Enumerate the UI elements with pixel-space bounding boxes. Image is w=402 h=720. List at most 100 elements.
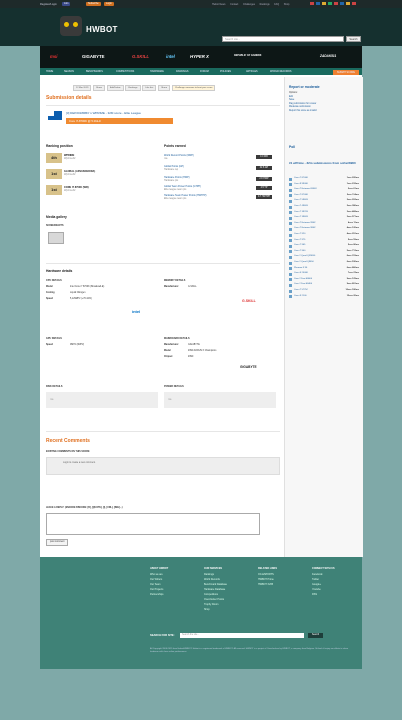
footer-link[interactable]: Rankings — [204, 573, 227, 576]
register-login-link[interactable]: Register/Login — [40, 3, 57, 6]
poll-row[interactable]: Core i7 8700K 2sec 114ms — [289, 194, 359, 198]
poll-row[interactable]: Core i7 4960X 2sec 380ms — [289, 205, 359, 209]
poll-row-name[interactable]: Core 2 Duo E8600 — [294, 278, 312, 280]
poll-row-name[interactable]: Core 2 Duo E8400 — [294, 283, 312, 285]
points-name[interactable]: World Record Points (WRP) — [164, 154, 194, 157]
top-link[interactable]: Hwbot News — [212, 3, 225, 6]
poll-row-name[interactable]: Core i7 5960X — [294, 199, 308, 201]
poll-row[interactable]: Core 2 Duo E8400 9sec 801ms — [289, 283, 359, 287]
flag-icon[interactable] — [340, 2, 344, 5]
poll-row-name[interactable]: Core i7 8700K — [294, 177, 308, 179]
like-button[interactable]: Like this — [142, 85, 157, 91]
mobo-mfr-value[interactable]: GIGABYTE — [188, 344, 200, 346]
footer-link[interactable]: World Records — [204, 578, 227, 581]
owl-logo-icon[interactable] — [60, 16, 82, 36]
poll-row-name[interactable]: Core 2 Quad Q9650 — [294, 261, 314, 263]
poll-row[interactable]: Core i7 3970X 3sec 468ms — [289, 211, 359, 215]
footer-link[interactable]: Twitter — [312, 578, 335, 581]
poll-row-name[interactable]: Core i7 5775C — [294, 289, 308, 291]
flag-icon[interactable] — [352, 2, 356, 5]
site-logo[interactable]: HWBOT — [86, 25, 118, 34]
comment-textarea[interactable] — [46, 513, 260, 535]
poll-row[interactable]: Core 2 Quad Q9650 6sec 530ms — [289, 261, 359, 265]
poll-row-name[interactable]: Core i7 Extreme 980X — [294, 227, 316, 229]
poll-row[interactable]: Core i3 2100 13sec 20ms — [289, 295, 359, 299]
subscribe-button[interactable]: Subscribe — [86, 2, 101, 6]
poll-row-name[interactable]: Core i7 8700K — [294, 194, 308, 196]
footer-link[interactable]: HWBOT Prime — [258, 578, 277, 581]
poll-row-name[interactable]: Core i7 Extreme 6950X — [294, 188, 317, 190]
flag-icon[interactable] — [346, 2, 350, 5]
comment-text[interactable]: Login to create a new comment. — [63, 462, 96, 464]
footer-link[interactable]: Overclocker Points — [204, 598, 227, 601]
poll-row-name[interactable]: Core i7 920 — [294, 233, 305, 235]
footer-link[interactable]: Hardware Database — [204, 588, 227, 591]
join-button[interactable]: Join — [62, 2, 71, 6]
footer-link[interactable]: Partnerships — [150, 593, 168, 596]
poll-row[interactable]: Phenom II X6 6sec 860ms — [289, 267, 359, 271]
poll-row-name[interactable]: Core i3 2100 — [294, 295, 307, 297]
poll-row[interactable]: Core 2 Quad QX9650 6sec 319ms — [289, 255, 359, 259]
poll-row-name[interactable]: Phenom II X6 — [294, 267, 307, 269]
sponsor-gskill[interactable]: G.SKILL — [132, 54, 149, 59]
mobo-model-value[interactable]: Z390 AORUS X Champions — [188, 350, 216, 352]
poll-row-name[interactable]: Core i7 Extreme 990X — [294, 222, 316, 224]
score-banner[interactable]: Core i7-8700K @ 5.0GHz — [66, 118, 173, 124]
poll-row[interactable]: Core i7 8700K 1sec 220ms — [289, 177, 359, 181]
points-row[interactable]: Hardware Points (HWP) Hardware pts — [164, 176, 190, 182]
sponsor-msi[interactable]: msi — [50, 54, 57, 59]
footer-search-input[interactable]: Search the site... — [180, 633, 304, 638]
nav-home[interactable]: HOME — [46, 70, 53, 73]
poll-row[interactable]: Core i9 9900K 1sec 232ms — [289, 183, 359, 187]
memory-mfr-value[interactable]: G.SKILL — [188, 286, 197, 288]
rankings-button[interactable]: Rankings — [125, 85, 141, 91]
top-link[interactable]: FAQ — [274, 3, 279, 6]
search-input[interactable]: Search site... — [222, 36, 344, 42]
sponsor-intel[interactable]: intel — [166, 54, 175, 59]
footer-link[interactable]: Competitions — [204, 593, 227, 596]
footer-link[interactable]: Benchmark Database — [204, 583, 227, 586]
nav-competitions[interactable]: COMPETITIONS — [116, 70, 134, 73]
share-button-2[interactable]: Share — [158, 85, 171, 91]
points-row[interactable]: Hardware Team Power Points (HWTPP) Elite … — [164, 194, 206, 200]
poll-row-name[interactable]: Core i7 3970X — [294, 211, 308, 213]
nav-benchmarks[interactable]: BENCHMARKS — [86, 70, 103, 73]
poll-row[interactable]: Core 2 Duo E8600 9sec 129ms — [289, 278, 359, 282]
footer-link[interactable]: OC-ESPORTS — [258, 573, 277, 576]
nav-rankings[interactable]: RANKINGS — [176, 70, 189, 73]
submission-subtitle[interactable]: [3] DEP2018RB3 's WPRIME - 32M score - E… — [66, 111, 141, 115]
poll-row[interactable]: Core i7 5775C 10sec 180ms — [289, 289, 359, 293]
sponsor-gigabyte[interactable]: GIGABYTE — [82, 54, 104, 59]
challenge-button[interactable]: Challenge someone to beat your score — [171, 85, 216, 91]
footer-link[interactable]: Shop — [204, 608, 227, 611]
poll-row-name[interactable]: Core 2 Quad QX9650 — [294, 255, 315, 257]
nav-season[interactable]: SEASON — [64, 70, 74, 73]
poll-row[interactable]: Core i7 965 5sec 80ms — [289, 244, 359, 248]
top-link[interactable]: Shop — [284, 3, 290, 6]
footer-link[interactable]: Google+ — [312, 583, 335, 586]
poll-row-name[interactable]: Core i7 940 — [294, 250, 305, 252]
nav-articles[interactable]: ARTICLES — [246, 70, 258, 73]
share-button[interactable]: Share — [93, 85, 105, 91]
poll-row-name[interactable]: Core i7 3960X — [294, 216, 308, 218]
poll-row[interactable]: Core i7 Extreme 990X 4sec 11ms — [289, 222, 359, 226]
screenshot-thumbnail[interactable] — [48, 232, 64, 244]
search-button[interactable]: Search — [346, 36, 361, 42]
nav-hardware[interactable]: HARDWARE — [150, 70, 164, 73]
cpu-model-value[interactable]: Intel Core i7 8700K (Broadwell-E) — [70, 286, 104, 288]
poll-row[interactable]: Core i5 2500K 7sec 23ms — [289, 272, 359, 276]
top-link[interactable]: Contact — [230, 3, 238, 6]
footer-link[interactable]: Who we are — [150, 573, 168, 576]
poll-row[interactable]: Core i7 940 5sec 712ms — [289, 250, 359, 254]
poll-row[interactable]: Core i7 3960X 3sec 571ms — [289, 216, 359, 220]
top-link[interactable]: Challenges — [243, 3, 255, 6]
points-row[interactable]: Global Points (GP) Hardware wp — [164, 165, 184, 171]
poll-row-name[interactable]: Core i7 965 — [294, 244, 305, 246]
footer-link[interactable]: HWBOT X265 — [258, 583, 277, 586]
login-button[interactable]: Login — [104, 2, 114, 6]
flag-icon[interactable] — [310, 2, 314, 5]
footer-search-button[interactable]: Search — [308, 633, 323, 638]
report-link[interactable]: Report this score as invalid — [289, 110, 317, 114]
footer-link[interactable]: Facebook — [312, 573, 335, 576]
post-comment-button[interactable]: post comment — [46, 539, 69, 546]
